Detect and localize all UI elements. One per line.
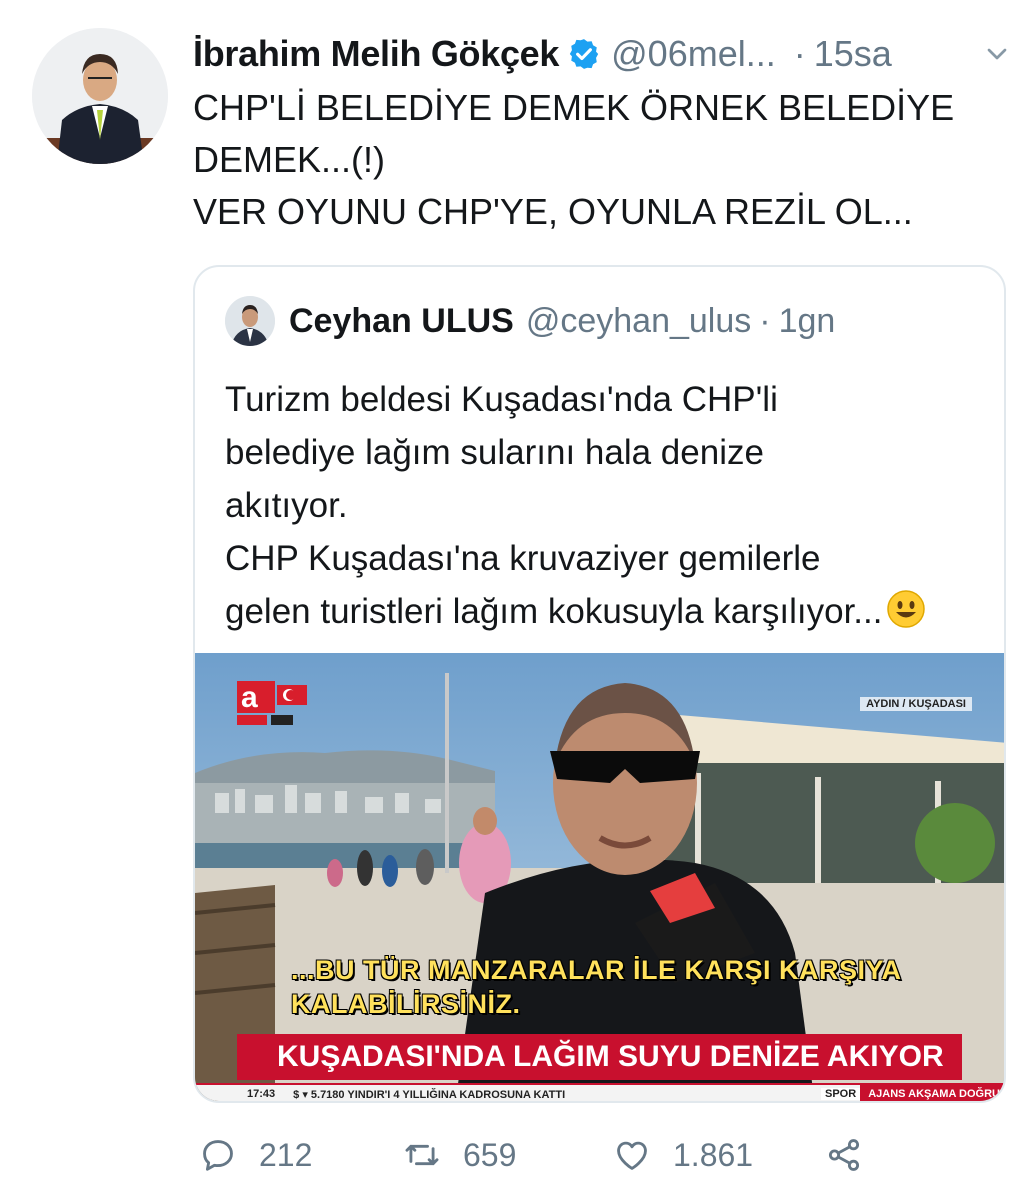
quoted-text-line-last: gelen turistleri lağım kokusuyla karşılı… <box>225 585 1004 638</box>
quoted-text-line: Turizm beldesi Kuşadası'nda CHP'li <box>225 380 778 419</box>
subtitle-line: ...BU TÜR MANZARALAR İLE KARŞI KARŞIYA <box>291 955 902 985</box>
news-ticker: 17:43 $ ▾ 5.7180 YINDIR'I 4 YILLIĞINA KA… <box>195 1083 1004 1101</box>
author-avatar[interactable] <box>32 28 168 164</box>
tweet-header: İbrahim Melih Gökçek @06mel... · 15sa <box>193 28 1013 80</box>
heart-icon <box>617 1141 647 1170</box>
separator-dot: · <box>793 33 806 74</box>
quoted-tweet-text: Turizm beldesi Kuşadası'nda CHP'li beled… <box>225 373 1004 638</box>
reply-icon <box>203 1140 233 1171</box>
tweet-time[interactable]: 15sa <box>814 33 892 75</box>
subtitle-caption: ...BU TÜR MANZARALAR İLE KARŞI KARŞIYA K… <box>291 953 902 1021</box>
share-button[interactable] <box>825 1128 863 1182</box>
tweet-actions: 212 659 1.861 <box>193 1128 893 1182</box>
retweet-icon <box>405 1144 439 1166</box>
reply-count: 212 <box>259 1136 313 1173</box>
tweet-text-line: DEMEK...(!) <box>193 139 386 180</box>
like-button[interactable]: 1.861 <box>613 1128 753 1182</box>
author-name[interactable]: İbrahim Melih Gökçek <box>193 33 559 75</box>
author-handle[interactable]: @06mel... <box>611 33 776 75</box>
quoted-text-line: gelen turistleri lağım kokusuyla karşılı… <box>225 592 883 631</box>
tweet-text-line: CHP'Lİ BELEDİYE DEMEK ÖRNEK BELEDİYE <box>193 87 955 128</box>
quoted-author-name[interactable]: Ceyhan ULUS <box>289 302 514 341</box>
share-icon <box>828 1139 860 1171</box>
verified-badge-icon <box>567 37 601 71</box>
quoted-author-avatar[interactable] <box>225 296 275 346</box>
quoted-text-line: belediye lağım sularını hala denize <box>225 433 764 472</box>
quoted-text-line: CHP Kuşadası'na kruvaziyer gemilerle <box>225 539 821 578</box>
ticker-time: 17:43 <box>247 1088 276 1100</box>
tweet[interactable]: İbrahim Melih Gökçek @06mel... · 15sa CH… <box>0 0 1036 1200</box>
reply-button[interactable]: 212 <box>199 1128 312 1182</box>
ticker-text: $ ▾ 5.7180 YINDIR'I 4 YILLIĞINA KADROSUN… <box>293 1088 566 1101</box>
separator-dot: · <box>759 301 771 340</box>
subtitle-line: KALABİLİRSİNİZ. <box>291 989 521 1019</box>
video-thumbnail[interactable]: a AYDIN / KUŞADASI ...BU TÜR MANZARALAR … <box>195 653 1004 1101</box>
ticker-program: AJANS AKŞAMA DOĞRU <box>860 1084 1004 1101</box>
quoted-author-handle[interactable]: @ceyhan_ulus <box>526 302 751 341</box>
tweet-text-line: VER OYUNU CHP'YE, OYUNLA REZİL OL... <box>193 191 913 232</box>
retweet-button[interactable]: 659 <box>403 1128 516 1182</box>
location-label: AYDIN / KUŞADASI <box>860 697 972 711</box>
quoted-text-line: akıtıyor. <box>225 486 348 525</box>
ticker-section: SPOR <box>821 1088 861 1100</box>
quoted-tweet-time[interactable]: 1gn <box>779 302 836 341</box>
chevron-down-icon[interactable] <box>981 38 1013 70</box>
retweet-count: 659 <box>463 1136 517 1173</box>
smiley-emoji-icon <box>886 589 926 629</box>
svg-text:a: a <box>241 681 258 714</box>
news-headline: KUŞADASI'NDA LAĞIM SUYU DENİZE AKIYOR <box>237 1034 962 1080</box>
quoted-tweet-header: Ceyhan ULUS @ceyhan_ulus · 1gn <box>225 291 835 351</box>
quoted-tweet[interactable]: Ceyhan ULUS @ceyhan_ulus · 1gn Turizm be… <box>193 265 1006 1103</box>
like-count: 1.861 <box>673 1136 754 1173</box>
tweet-text: CHP'Lİ BELEDİYE DEMEK ÖRNEK BELEDİYE DEM… <box>193 82 1013 238</box>
